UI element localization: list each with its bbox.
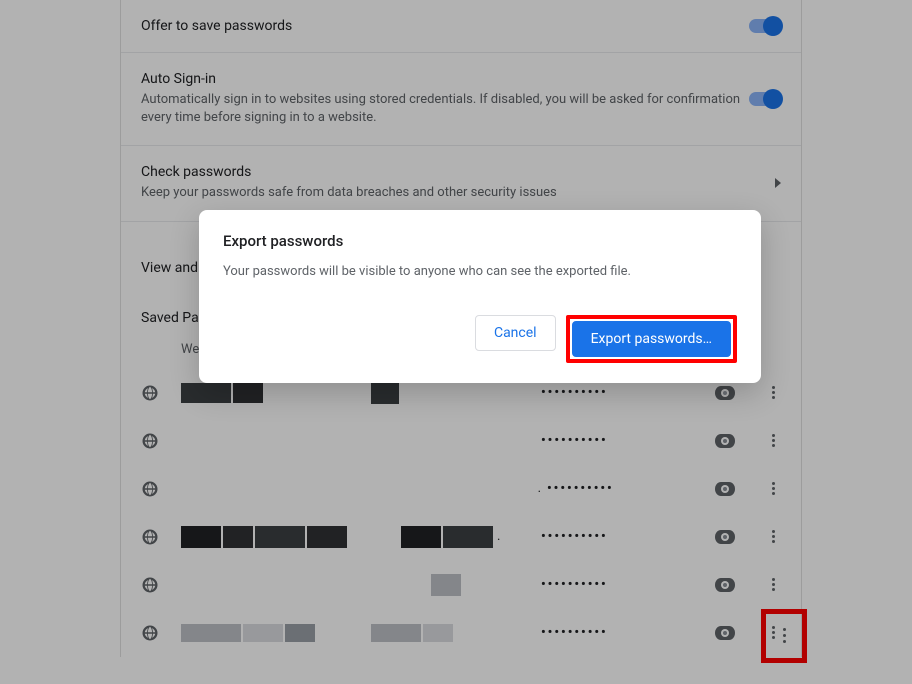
cancel-button[interactable]: Cancel <box>475 315 556 351</box>
dialog-title: Export passwords <box>223 232 737 250</box>
export-passwords-button[interactable]: Export passwords… <box>572 321 731 357</box>
dialog-body: Your passwords will be visible to anyone… <box>223 264 737 279</box>
export-passwords-dialog: Export passwords Your passwords will be … <box>199 210 761 383</box>
export-button-highlight: Export passwords… <box>566 315 737 363</box>
